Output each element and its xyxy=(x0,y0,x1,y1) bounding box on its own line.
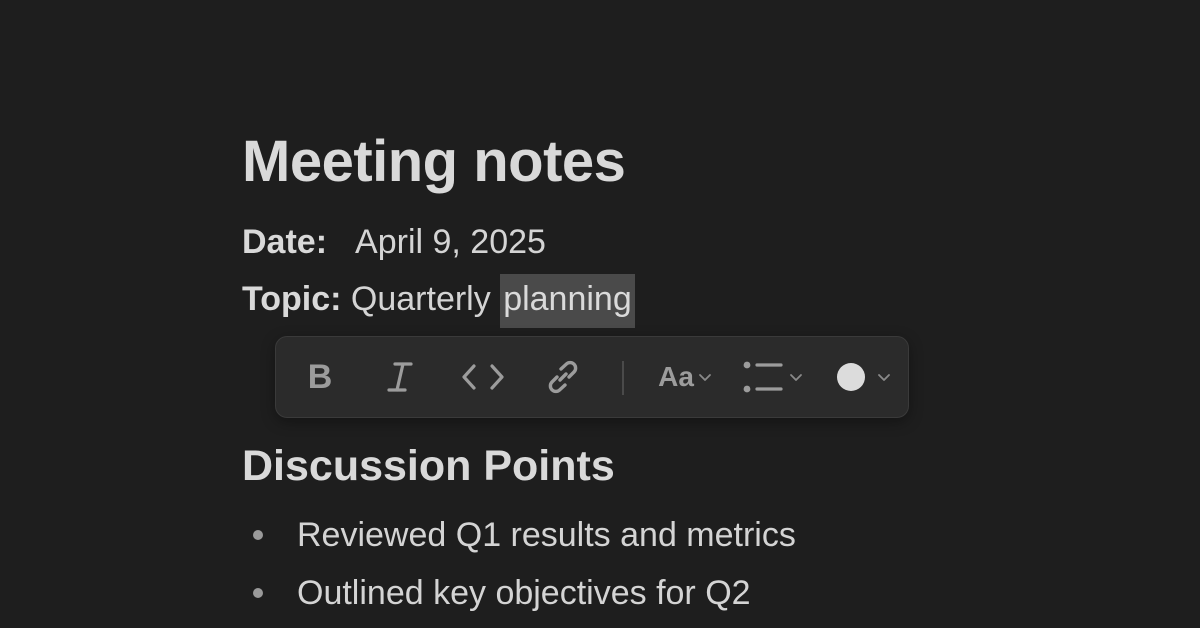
page-title[interactable]: Meeting notes xyxy=(242,128,626,195)
formatting-toolbar: B Aa xyxy=(275,336,909,418)
code-button[interactable] xyxy=(458,337,508,417)
chevron-down-icon xyxy=(790,374,802,381)
list-item[interactable]: Outlined key objectives for Q2 xyxy=(242,568,796,626)
chevron-down-icon xyxy=(698,374,711,381)
list-item-text: Reviewed Q1 results and metrics xyxy=(297,516,796,554)
section-heading[interactable]: Discussion Points xyxy=(242,442,615,491)
color-icon xyxy=(837,363,865,391)
toolbar-divider xyxy=(622,361,624,395)
topic-value: Quarterly xyxy=(350,280,501,318)
bold-button[interactable]: B xyxy=(298,337,342,417)
list-item[interactable]: Reviewed Q1 results and metrics xyxy=(242,510,796,568)
editor-page: Meeting notes Date: April 9, 2025 Topic: … xyxy=(0,0,1200,628)
text-style-icon: Aa xyxy=(658,361,694,392)
link-icon xyxy=(548,360,578,394)
chevron-down-icon xyxy=(878,374,890,381)
topic-label: Topic: xyxy=(242,280,342,318)
italic-button[interactable] xyxy=(378,337,422,417)
italic-icon xyxy=(387,362,413,392)
code-icon xyxy=(462,364,504,390)
list-item-text: Outlined key objectives for Q2 xyxy=(297,574,751,612)
date-label: Date: xyxy=(242,223,328,261)
topic-line[interactable]: Topic: Quarterly planning xyxy=(242,274,635,328)
list-icon xyxy=(743,361,783,393)
bullet-list: Reviewed Q1 results and metrics Outlined… xyxy=(242,510,796,626)
list-dropdown[interactable] xyxy=(738,337,808,417)
text-style-dropdown[interactable]: Aa xyxy=(650,337,720,417)
bullet-icon xyxy=(253,588,263,598)
color-dropdown[interactable] xyxy=(832,337,896,417)
bullet-icon xyxy=(253,530,263,540)
link-button[interactable] xyxy=(538,337,588,417)
date-value: April 9, 2025 xyxy=(355,223,546,261)
bold-icon: B xyxy=(307,357,333,396)
date-line[interactable]: Date: April 9, 2025 xyxy=(242,223,546,262)
selected-text[interactable]: planning xyxy=(500,274,635,328)
